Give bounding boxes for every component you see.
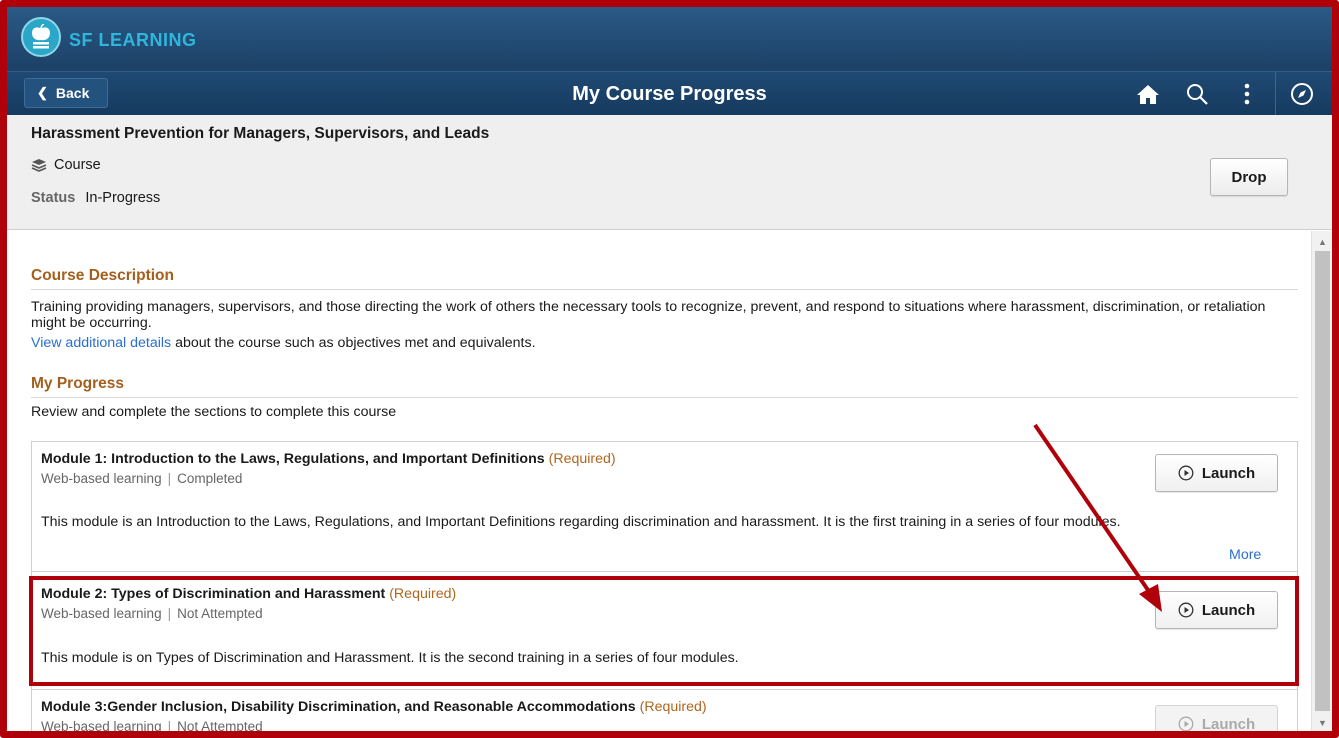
more-vertical-icon[interactable] bbox=[1233, 80, 1261, 108]
module-status: Not Attempted bbox=[177, 719, 263, 731]
module-meta: Web-based learning | Not Attempted bbox=[41, 719, 263, 731]
course-content: Course Description Training providing ma… bbox=[7, 231, 1311, 731]
module-description: This module is on Types of Discriminatio… bbox=[41, 650, 739, 666]
scrollbar-thumb[interactable] bbox=[1315, 251, 1330, 711]
module-status: Completed bbox=[177, 471, 243, 486]
module-title: Module 2: Types of Discrimination and Ha… bbox=[41, 586, 456, 602]
stack-icon bbox=[31, 159, 47, 172]
vertical-scrollbar[interactable]: ▲ ▼ bbox=[1311, 231, 1332, 731]
apple-book-logo-icon bbox=[21, 17, 61, 57]
launch-button-module-3[interactable]: Launch bbox=[1155, 705, 1278, 731]
required-label: (Required) bbox=[639, 699, 707, 715]
divider bbox=[31, 289, 1298, 290]
module-title-text: Module 2: Types of Discrimination and Ha… bbox=[41, 586, 386, 602]
more-link[interactable]: More bbox=[1229, 547, 1261, 563]
compass-icon[interactable] bbox=[1288, 80, 1316, 108]
course-header: Harassment Prevention for Managers, Supe… bbox=[7, 115, 1332, 230]
back-label: Back bbox=[55, 85, 90, 101]
my-progress-heading: My Progress bbox=[31, 375, 125, 392]
module-description: This module is an Introduction to the La… bbox=[41, 514, 1121, 530]
scroll-up-arrow-icon[interactable]: ▲ bbox=[1312, 233, 1333, 250]
nav-bar: ❮ Back My Course Progress bbox=[7, 71, 1332, 116]
module-title-text: Module 1: Introduction to the Laws, Regu… bbox=[41, 451, 545, 467]
module-method: Web-based learning bbox=[41, 606, 162, 621]
module-status: Not Attempted bbox=[177, 606, 263, 621]
launch-button-module-1[interactable]: Launch bbox=[1155, 454, 1278, 492]
status-label: Status bbox=[31, 190, 76, 206]
course-title: Harassment Prevention for Managers, Supe… bbox=[31, 125, 490, 142]
search-icon[interactable] bbox=[1183, 80, 1211, 108]
course-type-label: Course bbox=[54, 157, 101, 173]
launch-button-module-2[interactable]: Launch bbox=[1155, 591, 1278, 629]
module-title-text: Module 3:Gender Inclusion, Disability Di… bbox=[41, 699, 636, 715]
module-method: Web-based learning bbox=[41, 719, 162, 731]
launch-label: Launch bbox=[1201, 601, 1256, 619]
play-circle-icon bbox=[1178, 465, 1194, 481]
module-title: Module 1: Introduction to the Laws, Regu… bbox=[41, 451, 616, 467]
drop-button[interactable]: Drop bbox=[1210, 158, 1288, 196]
required-label: (Required) bbox=[548, 451, 616, 467]
course-type: Course bbox=[31, 157, 101, 173]
brand-bar: SF LEARNING bbox=[7, 7, 1332, 71]
module-card-2: Module 2: Types of Discrimination and Ha… bbox=[31, 571, 1298, 689]
launch-label: Launch bbox=[1201, 464, 1256, 482]
course-description-text: Training providing managers, supervisors… bbox=[31, 299, 1266, 331]
chevron-left-icon: ❮ bbox=[37, 85, 48, 100]
module-title: Module 3:Gender Inclusion, Disability Di… bbox=[41, 699, 707, 715]
play-circle-icon bbox=[1178, 716, 1194, 731]
additional-details-line: View additional details about the course… bbox=[31, 335, 536, 351]
course-description-heading: Course Description bbox=[31, 267, 174, 284]
home-icon[interactable] bbox=[1134, 80, 1162, 108]
required-label: (Required) bbox=[389, 586, 457, 602]
additional-details-suffix: about the course such as objectives met … bbox=[171, 335, 536, 351]
module-meta: Web-based learning | Not Attempted bbox=[41, 606, 263, 621]
launch-label: Launch bbox=[1201, 715, 1256, 732]
divider bbox=[31, 397, 1298, 398]
module-card-1: Module 1: Introduction to the Laws, Regu… bbox=[31, 441, 1298, 571]
module-card-3: Module 3:Gender Inclusion, Disability Di… bbox=[31, 689, 1298, 731]
view-additional-details-link[interactable]: View additional details bbox=[31, 335, 171, 351]
nav-divider bbox=[1275, 72, 1276, 116]
module-method: Web-based learning bbox=[41, 471, 162, 486]
play-circle-icon bbox=[1178, 602, 1194, 618]
brand-name: SF LEARNING bbox=[69, 30, 197, 50]
progress-intro: Review and complete the sections to comp… bbox=[31, 404, 397, 420]
status-value: In-Progress bbox=[85, 190, 161, 206]
back-button[interactable]: ❮ Back bbox=[24, 78, 108, 108]
course-status: Status In-Progress bbox=[31, 190, 160, 206]
module-meta: Web-based learning | Completed bbox=[41, 471, 243, 486]
scroll-down-arrow-icon[interactable]: ▼ bbox=[1312, 714, 1333, 731]
